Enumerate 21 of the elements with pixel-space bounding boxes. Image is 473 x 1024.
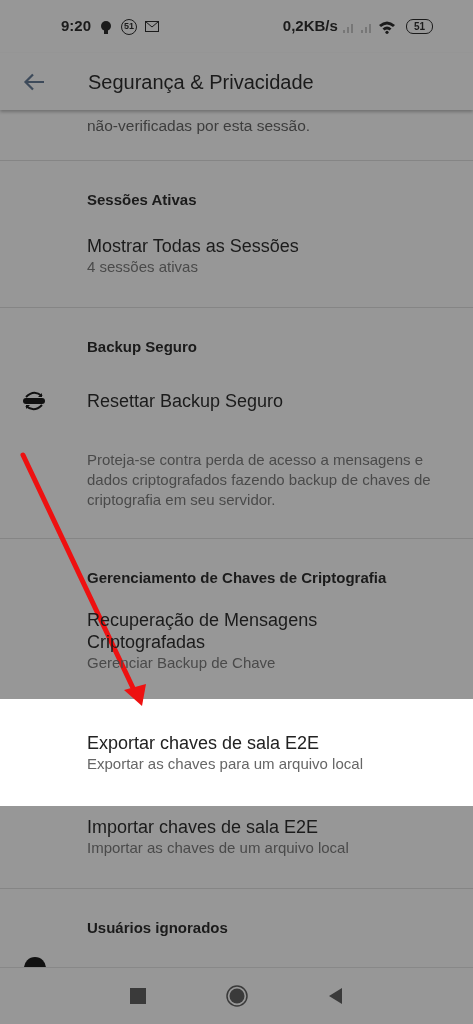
clock-time: 9:20 xyxy=(61,16,92,37)
section-header: Backup Seguro xyxy=(86,337,199,357)
description-text: Proteja-se contra perda de acesso a mensagens e dados criptografados fazendo backup de chaves de criptografia em seu servidor. xyxy=(86,450,432,510)
settings-item[interactable]: Mostrar Todas as Sessões 4 sessões ativas xyxy=(0,225,473,287)
item-subtitle: Exportar as chaves para um arquivo local xyxy=(87,753,364,774)
item-title: Resettar Backup Seguro xyxy=(87,390,284,412)
section-header: Gerenciamento de Chaves de Criptografia xyxy=(86,568,388,588)
battery-level: 51 xyxy=(405,19,433,34)
section-header: Usuários ignorados xyxy=(86,918,229,938)
item-title: Importar chaves de sala E2E xyxy=(87,816,320,838)
item-subtitle: 4 sessões ativas xyxy=(87,257,199,277)
settings-item[interactable]: Resettar Backup Seguro xyxy=(0,372,473,430)
settings-item[interactable]: Importar chaves de sala E2E Importar as chaves de um arquivo local xyxy=(0,806,473,868)
settings-item[interactable]: Exportar chaves de sala E2E Exportar as chaves para um arquivo local xyxy=(0,699,473,806)
description-text: não-verificadas por esta sessão. xyxy=(86,116,312,136)
item-title: Mostrar Todas as Sessões xyxy=(87,235,300,257)
screen-title: Segurança & Privacidade xyxy=(88,69,314,95)
network-speed: 0,2KB/s xyxy=(282,16,338,37)
item-subtitle: Importar as chaves de um arquivo local xyxy=(87,838,350,858)
section-header: Sessões Ativas xyxy=(86,190,198,210)
item-title: Exportar chaves de sala E2E xyxy=(87,731,321,754)
